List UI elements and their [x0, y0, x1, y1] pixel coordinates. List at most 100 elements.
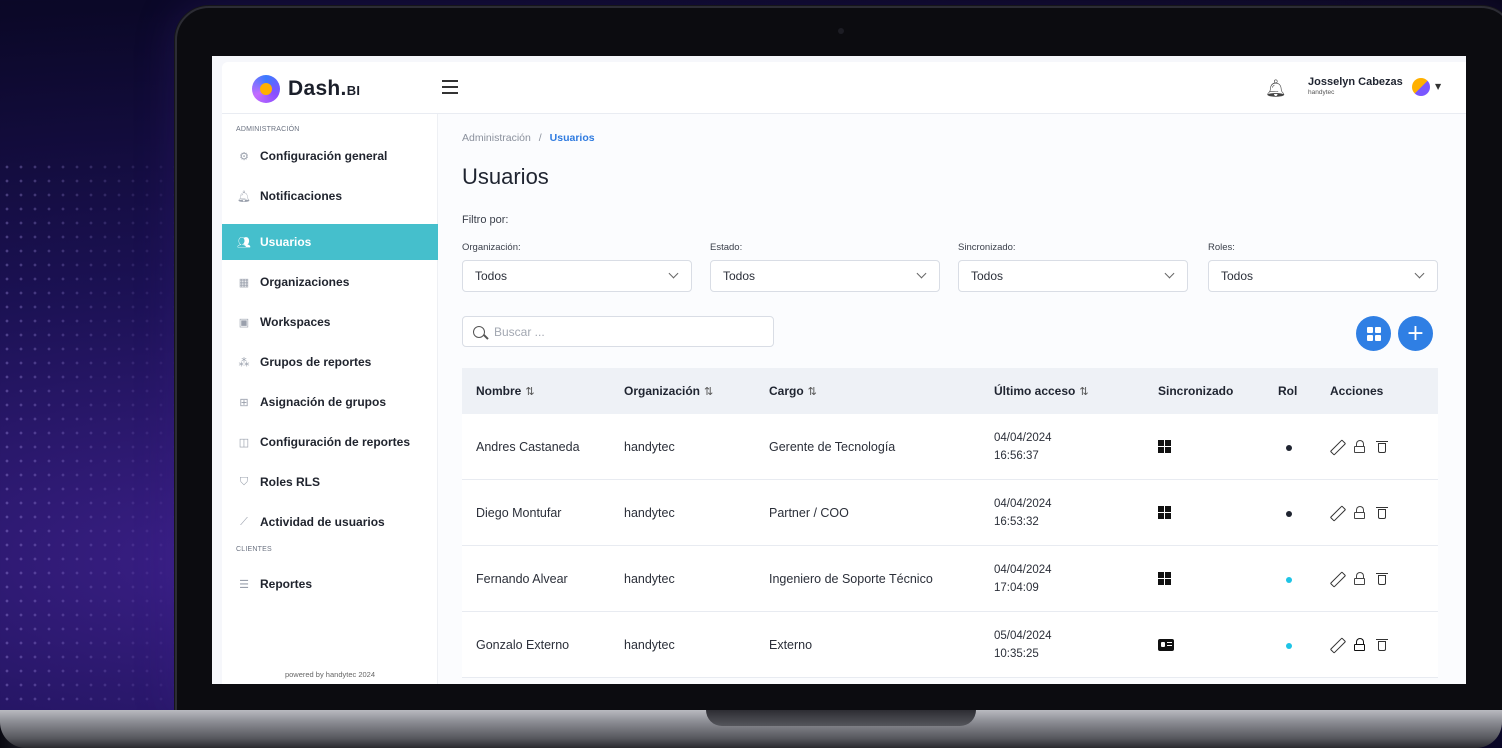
edit-icon[interactable] — [1330, 506, 1344, 520]
report-icon: ☰ — [239, 578, 249, 591]
lock-icon[interactable] — [1354, 506, 1366, 519]
table-row: Andres Castaneda handytec Gerente de Tec… — [462, 414, 1438, 480]
role-dot — [1286, 510, 1292, 517]
sidebar-item-notificaciones[interactable]: 🔔︎ Notificaciones — [222, 178, 438, 214]
column-header-sincronizado: Sincronizado — [1158, 384, 1234, 398]
camera-icon — [838, 28, 844, 34]
cell-actions — [1330, 572, 1438, 586]
user-name[interactable]: Josselyn Cabezas — [1308, 76, 1403, 88]
laptop-notch — [706, 710, 976, 726]
grid-icon: ⊞ — [239, 396, 249, 409]
column-header-ultimo-acceso[interactable]: Último acceso ⇅ — [994, 384, 1158, 398]
sidebar-item-reportes[interactable]: ☰ Reportes — [222, 566, 438, 602]
cell-rol — [1278, 506, 1330, 520]
main-content: Administración / Usuarios Usuarios Filtr… — [438, 114, 1466, 684]
sidebar-item-configuracion-general[interactable]: ⚙ Configuración general — [222, 138, 438, 174]
filter-label-sincronizado: Sincronizado: — [958, 242, 1016, 253]
breadcrumb-parent[interactable]: Administración — [462, 132, 531, 144]
bell-icon[interactable]: 🔔︎ — [1265, 79, 1287, 99]
windows-sync-button[interactable] — [1356, 316, 1391, 351]
caret-down-icon[interactable]: ▼ — [1435, 82, 1441, 91]
cell-name: Fernando Alvear — [476, 571, 568, 586]
lock-icon[interactable] — [1354, 572, 1366, 585]
user-org: handytec — [1308, 89, 1335, 96]
sidebar-item-organizaciones[interactable]: ▦ Organizaciones — [222, 264, 438, 300]
lock-icon[interactable] — [1354, 440, 1366, 453]
sidebar-item-label: Grupos de reportes — [260, 355, 372, 369]
cell-cargo: Externo — [769, 637, 813, 652]
cell-rol — [1278, 440, 1330, 454]
cell-org: handytec — [624, 637, 675, 652]
column-header-organizacion[interactable]: Organización ⇅ — [624, 384, 769, 398]
cell-org: handytec — [624, 439, 675, 454]
sort-icon[interactable]: ⇅ — [808, 386, 817, 398]
sidebar: ADMINISTRACIÓN ⚙ Configuración general 🔔… — [222, 114, 438, 684]
id-card-icon — [1158, 638, 1174, 651]
table-header: Nombre ⇅ Organización ⇅ Cargo ⇅ Último acce… — [462, 368, 1438, 414]
column-header-nombre[interactable]: Nombre ⇅ — [462, 384, 624, 398]
sidebar-section-admin: ADMINISTRACIÓN — [236, 126, 300, 133]
trash-icon[interactable] — [1376, 572, 1388, 586]
filter-select-roles[interactable]: Todos — [1208, 260, 1438, 292]
chevron-down-icon — [916, 268, 927, 279]
sidebar-item-label: Workspaces — [260, 315, 331, 329]
cell-last-access: 05/04/2024 10:35:25 — [994, 629, 1052, 660]
sort-icon[interactable]: ⇅ — [1079, 386, 1088, 398]
sidebar-item-configuracion-de-reportes[interactable]: ◫ Configuración de reportes — [222, 424, 438, 460]
sidebar-section-clients: CLIENTES — [236, 546, 272, 553]
cell-org: handytec — [624, 571, 675, 586]
search-icon — [473, 325, 485, 338]
filter-value: Todos — [475, 269, 508, 283]
sidebar-item-roles-rls[interactable]: ⛉ Roles RLS — [222, 464, 438, 500]
workspace-icon: ▣ — [238, 316, 250, 329]
logo[interactable]: Dash.BI — [250, 74, 360, 104]
edit-icon[interactable] — [1330, 440, 1344, 454]
building-icon: ▦ — [238, 276, 250, 289]
menu-icon[interactable] — [442, 80, 458, 94]
cell-name: Diego Montufar — [476, 505, 562, 520]
sidebar-item-label: Notificaciones — [260, 189, 343, 203]
cell-cargo: Gerente de Tecnología — [769, 439, 896, 454]
trash-icon[interactable] — [1376, 440, 1388, 454]
edit-icon[interactable] — [1330, 638, 1344, 652]
filter-value: Todos — [971, 269, 1004, 283]
chevron-down-icon — [1164, 268, 1175, 279]
filter-label-organizacion: Organización: — [462, 242, 521, 253]
cell-sync — [1158, 506, 1278, 519]
edit-icon[interactable] — [1330, 572, 1344, 586]
sort-icon[interactable]: ⇅ — [525, 386, 534, 398]
trash-icon[interactable] — [1376, 638, 1388, 652]
gear-icon: ⚙ — [239, 150, 249, 163]
search-input[interactable] — [494, 324, 764, 339]
add-user-button[interactable]: + — [1398, 316, 1433, 351]
sidebar-item-asignacion-de-grupos[interactable]: ⊞ Asignación de grupos — [222, 384, 438, 420]
chevron-down-icon — [1414, 268, 1425, 279]
windows-icon — [1158, 440, 1171, 453]
sidebar-item-label: Configuración general — [260, 149, 388, 163]
logo-text: Dash.BI — [288, 77, 361, 100]
column-header-cargo[interactable]: Cargo ⇅ — [769, 384, 994, 398]
laptop-screen: Dash.BI 🔔︎ Josselyn Cabezas handytec ▼ A… — [212, 56, 1466, 684]
trash-icon[interactable] — [1376, 506, 1388, 520]
sidebar-item-usuarios[interactable]: 👥︎ Usuarios — [222, 224, 438, 260]
search-box[interactable] — [462, 316, 774, 347]
powered-by: powered by handytec 2024 — [284, 670, 376, 679]
sidebar-item-actividad-de-usuarios[interactable]: ⟋ Actividad de usuarios — [222, 504, 438, 540]
users-icon: 👥︎ — [237, 236, 251, 249]
role-dot — [1286, 444, 1292, 451]
shield-icon: ⛉ — [239, 475, 249, 488]
avatar[interactable] — [1412, 78, 1430, 96]
lock-icon[interactable] — [1354, 638, 1366, 651]
windows-icon — [1366, 326, 1381, 341]
filter-select-sincronizado[interactable]: Todos — [958, 260, 1188, 292]
cell-rol — [1278, 638, 1330, 652]
sort-icon[interactable]: ⇅ — [704, 386, 713, 398]
filter-label-estado: Estado: — [710, 242, 743, 253]
filter-by-label: Filtro por: — [462, 214, 509, 226]
sidebar-item-workspaces[interactable]: ▣ Workspaces — [222, 304, 438, 340]
app-window: Dash.BI 🔔︎ Josselyn Cabezas handytec ▼ A… — [222, 62, 1466, 684]
sidebar-item-grupos-de-reportes[interactable]: ⁂ Grupos de reportes — [222, 344, 438, 380]
breadcrumb-current: Usuarios — [549, 132, 595, 144]
filter-select-estado[interactable]: Todos — [710, 260, 940, 292]
filter-select-organizacion[interactable]: Todos — [462, 260, 692, 292]
